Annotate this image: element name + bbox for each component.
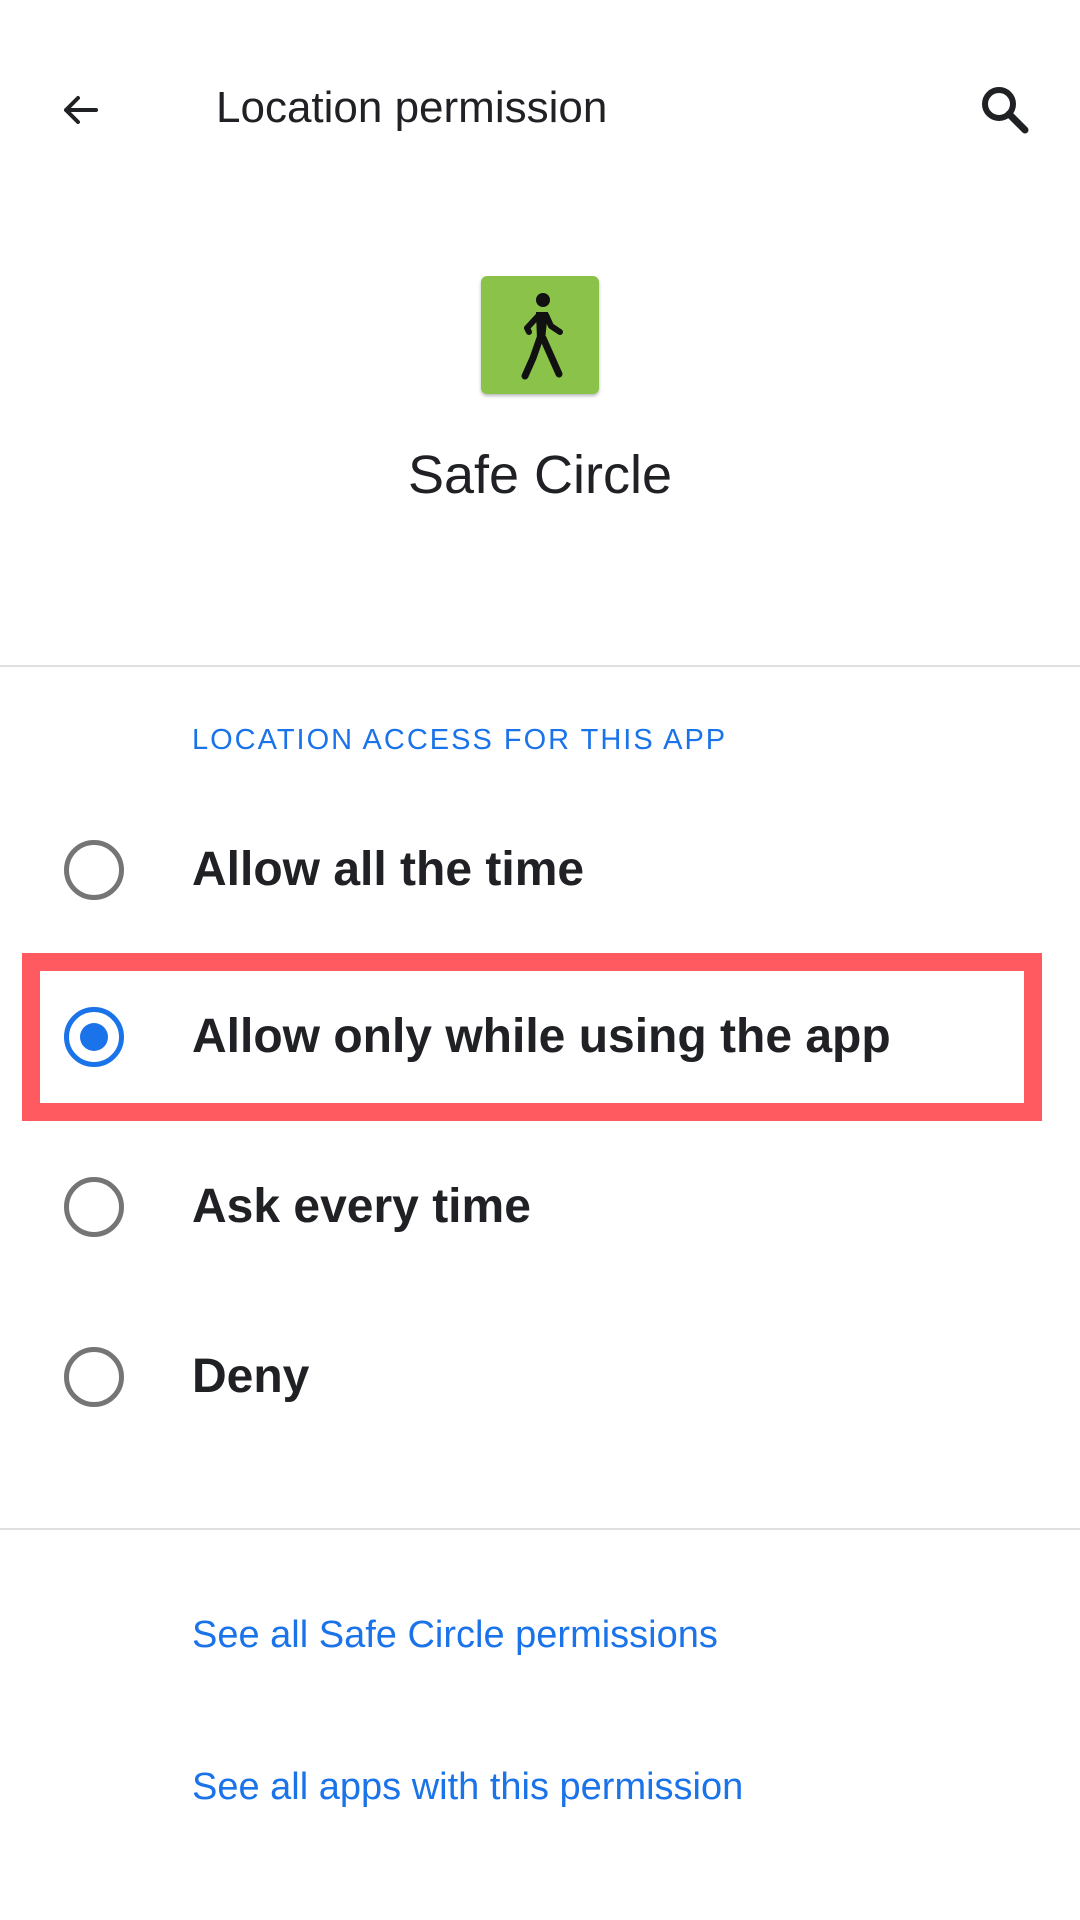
option-ask-every-time[interactable]: Ask every time — [0, 1132, 1080, 1282]
app-icon — [481, 276, 599, 394]
radio-button-unselected[interactable] — [64, 840, 124, 900]
option-label: Deny — [192, 1350, 310, 1403]
radio-button-unselected[interactable] — [64, 1177, 124, 1237]
search-icon — [982, 87, 1029, 134]
option-allow-while-using[interactable]: Allow only while using the app — [0, 962, 1080, 1112]
option-label: Allow all the time — [192, 843, 585, 896]
see-apps-with-permission-link[interactable]: See all apps with this permission — [192, 1762, 743, 1812]
app-name: Safe Circle — [407, 445, 673, 505]
page-title: Location permission — [216, 83, 608, 132]
option-label: Allow only while using the app — [192, 1010, 891, 1063]
option-allow-all-the-time[interactable]: Allow all the time — [0, 795, 1080, 945]
radio-dot — [80, 1023, 108, 1051]
search-button[interactable] — [965, 70, 1045, 150]
arrow-left-icon — [64, 96, 98, 124]
option-deny[interactable]: Deny — [0, 1302, 1080, 1452]
app-bar: Location permission — [0, 0, 1080, 216]
section-header: LOCATION ACCESS FOR THIS APP — [192, 724, 728, 756]
radio-button-selected[interactable] — [64, 1007, 124, 1067]
divider — [0, 665, 1080, 667]
option-label: Ask every time — [192, 1180, 531, 1233]
see-app-permissions-link[interactable]: See all Safe Circle permissions — [192, 1610, 718, 1660]
radio-button-unselected[interactable] — [64, 1347, 124, 1407]
divider — [0, 1528, 1080, 1530]
back-button[interactable] — [40, 70, 120, 150]
walking-person-icon — [521, 293, 563, 380]
app-header: Safe Circle — [0, 240, 1080, 660]
